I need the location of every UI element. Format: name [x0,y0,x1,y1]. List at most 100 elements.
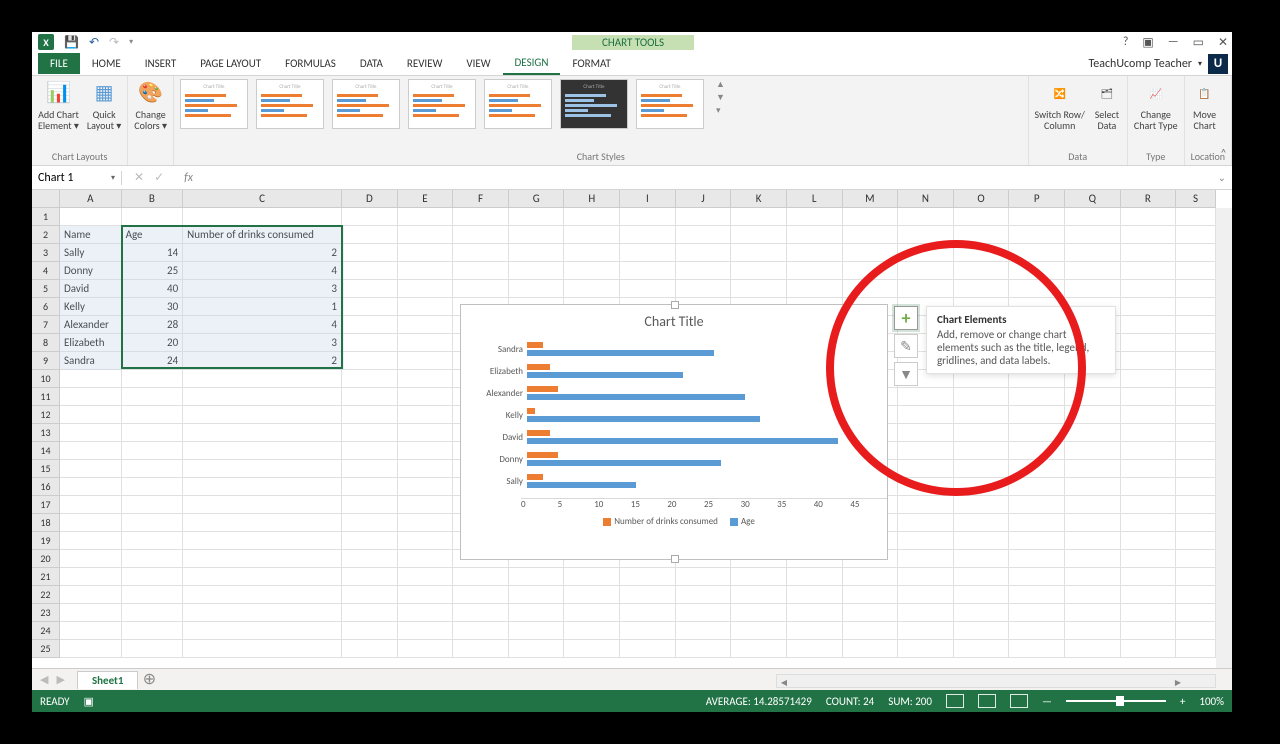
cell[interactable] [60,640,122,658]
cell[interactable] [453,568,509,586]
cell[interactable] [1121,280,1177,298]
cell[interactable] [1065,532,1121,550]
cell[interactable] [453,604,509,622]
cell[interactable] [122,604,184,622]
change-chart-type-button[interactable]: 📈ChangeChart Type [1134,79,1178,131]
chart-bar-age[interactable] [527,416,760,422]
cell[interactable] [954,604,1010,622]
cell[interactable] [1065,406,1121,424]
tab-home[interactable]: HOME [80,53,133,74]
cell[interactable] [954,568,1010,586]
cell[interactable] [564,262,620,280]
fx-icon[interactable]: fx [176,171,201,185]
row-header[interactable]: 12 [32,406,60,424]
cell[interactable] [620,226,676,244]
cell[interactable] [843,622,899,640]
cell[interactable] [398,388,454,406]
cell[interactable] [1121,550,1177,568]
cell[interactable] [1009,514,1065,532]
cell[interactable] [787,568,843,586]
col-header-L[interactable]: L [787,190,843,207]
cell[interactable] [954,208,1010,226]
cell[interactable] [453,640,509,658]
cell[interactable] [1176,640,1216,658]
expand-formula-bar-icon[interactable]: ⌄ [1218,171,1226,184]
cell[interactable] [954,550,1010,568]
cell[interactable] [1009,532,1065,550]
cell[interactable] [122,370,184,388]
cell[interactable] [509,640,565,658]
chart-style-thumb[interactable]: Chart Title [256,79,324,129]
cell[interactable]: 25 [122,262,184,280]
cell[interactable] [898,460,954,478]
restore-icon[interactable]: ▭ [1193,35,1204,50]
cell[interactable] [1176,460,1216,478]
cell[interactable] [620,568,676,586]
cell[interactable] [676,586,732,604]
cell[interactable] [509,262,565,280]
cell[interactable] [453,622,509,640]
col-header-O[interactable]: O [954,190,1010,207]
row-header[interactable]: 7 [32,316,60,334]
cell[interactable] [1121,532,1177,550]
cell[interactable] [60,208,122,226]
ribbon-display-options-icon[interactable]: ▣ [1142,35,1153,50]
cell[interactable] [1176,244,1216,262]
chart-bar-age[interactable] [527,482,636,488]
cell[interactable] [342,496,398,514]
cell[interactable] [398,442,454,460]
col-header-G[interactable]: G [509,190,565,207]
cell[interactable]: 2 [183,352,342,370]
cell[interactable]: Alexander [60,316,122,334]
cell[interactable] [453,244,509,262]
col-header-D[interactable]: D [342,190,398,207]
chart-style-thumb[interactable]: Chart Title [484,79,552,129]
cell[interactable] [787,622,843,640]
tab-review[interactable]: REVIEW [395,53,455,74]
cell[interactable] [1065,514,1121,532]
cell[interactable] [1121,388,1177,406]
cell[interactable] [1121,244,1177,262]
cell[interactable] [342,316,398,334]
zoom-slider[interactable] [1066,700,1166,702]
chart-bar-age[interactable] [527,438,838,444]
cell[interactable] [122,550,184,568]
cell[interactable] [1121,460,1177,478]
cell[interactable]: 1 [183,298,342,316]
row-header[interactable]: 9 [32,352,60,370]
tab-file[interactable]: FILE [38,53,80,74]
cell[interactable] [1176,514,1216,532]
cell[interactable] [731,568,787,586]
cell[interactable]: Age [122,226,184,244]
cell[interactable] [1176,406,1216,424]
cell[interactable] [1121,442,1177,460]
cell[interactable] [676,262,732,280]
cell[interactable] [1121,514,1177,532]
cell[interactable] [898,262,954,280]
cell[interactable] [898,550,954,568]
change-colors-button[interactable]: 🎨 ChangeColors ▾ [134,79,167,131]
cell[interactable] [342,298,398,316]
switch-row-column-button[interactable]: 🔀Switch Row/Column [1035,79,1085,131]
chart-legend[interactable]: Number of drinks consumed Age [461,510,887,531]
cell[interactable] [620,640,676,658]
cell[interactable] [898,478,954,496]
cell[interactable] [564,586,620,604]
row-header[interactable]: 4 [32,262,60,280]
cell[interactable] [398,370,454,388]
cell[interactable] [1065,226,1121,244]
cell[interactable] [60,388,122,406]
col-header-M[interactable]: M [843,190,899,207]
cell[interactable] [1176,208,1216,226]
view-page-break-icon[interactable] [1010,694,1028,708]
cell[interactable]: 40 [122,280,184,298]
cell[interactable] [453,262,509,280]
col-header-N[interactable]: N [898,190,954,207]
cell[interactable] [954,406,1010,424]
qat-customize-icon[interactable]: ▾ [129,37,133,47]
cell[interactable] [898,622,954,640]
cell[interactable] [731,262,787,280]
cell[interactable] [398,478,454,496]
cell[interactable]: 2 [183,244,342,262]
cell[interactable]: 3 [183,334,342,352]
